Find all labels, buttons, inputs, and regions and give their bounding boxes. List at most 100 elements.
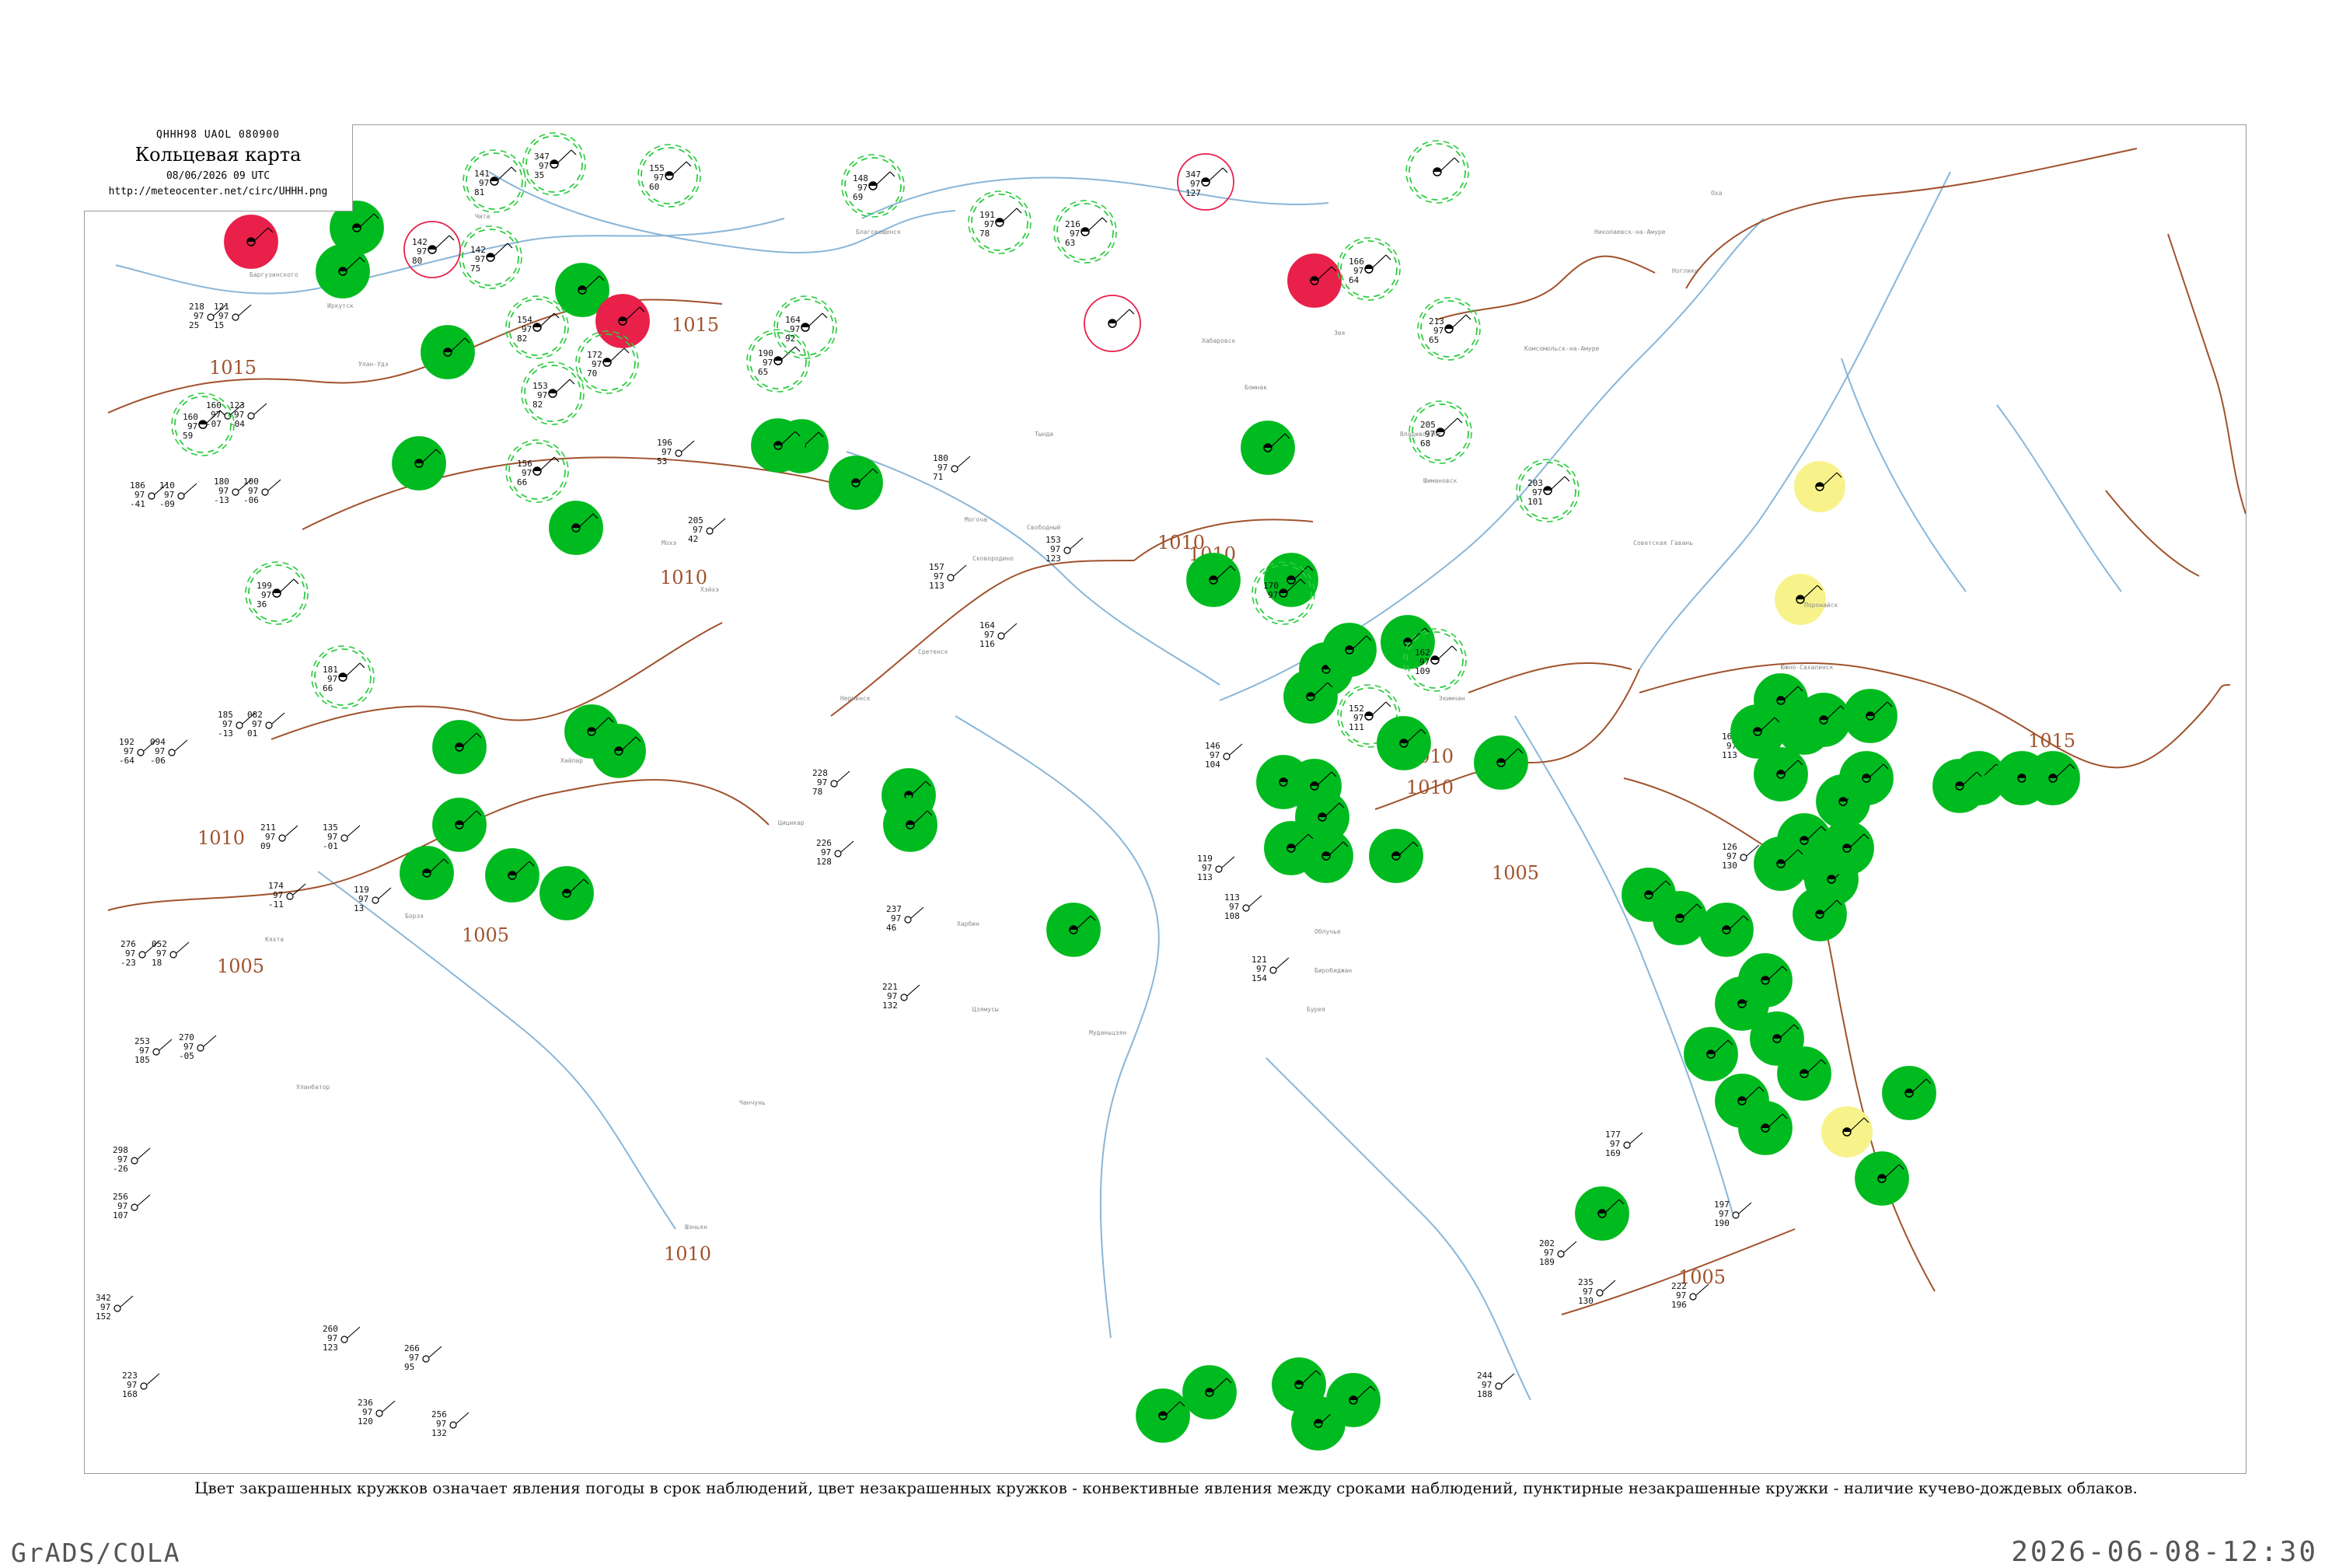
weather-station[interactable] <box>829 456 883 510</box>
weather-station[interactable]: 1919778 <box>968 190 1032 254</box>
weather-station[interactable] <box>1369 829 1423 883</box>
weather-station[interactable] <box>485 848 539 903</box>
weather-station[interactable] <box>883 798 937 852</box>
weather-station[interactable] <box>1777 1046 1831 1101</box>
plain-station[interactable]: 14697104 <box>1205 741 1243 770</box>
weather-station[interactable] <box>1839 751 1894 805</box>
plain-station[interactable]: 17797169 <box>1605 1130 1643 1158</box>
plain-station[interactable]: 15797113 <box>929 562 967 591</box>
weather-station[interactable] <box>1775 574 1826 625</box>
weather-station[interactable]: 1609759 <box>171 393 235 456</box>
weather-station[interactable] <box>1474 735 1528 790</box>
map-url[interactable]: http://meteocenter.net/circ/UHHH.png <box>84 186 352 197</box>
weather-station[interactable] <box>1653 891 1707 945</box>
weather-station[interactable]: 1999736 <box>245 561 309 625</box>
weather-station[interactable]: 2169763 <box>1053 200 1117 264</box>
weather-station[interactable] <box>1821 1106 1873 1158</box>
weather-station[interactable]: 1819766 <box>311 645 375 709</box>
weather-station[interactable] <box>1084 295 1141 352</box>
weather-station[interactable]: 20397101 <box>1516 459 1580 522</box>
plain-station[interactable]: 17497-11 <box>268 881 306 910</box>
plain-station[interactable]: 13597-01 <box>323 822 361 851</box>
weather-station[interactable]: 1549782 <box>505 295 569 359</box>
weather-station[interactable] <box>1326 1373 1381 1427</box>
weather-station[interactable] <box>1377 716 1431 770</box>
plain-station[interactable]: 20297189 <box>1539 1238 1577 1267</box>
plain-station[interactable]: 34297152 <box>96 1293 134 1322</box>
plain-station[interactable]: 25697132 <box>431 1409 470 1438</box>
plain-station[interactable]: 2669795 <box>404 1343 442 1372</box>
weather-station[interactable] <box>224 215 278 269</box>
weather-station[interactable] <box>549 501 603 555</box>
plain-station[interactable]: 0829701 <box>247 710 285 739</box>
plain-station[interactable]: 26097123 <box>323 1324 361 1353</box>
plain-station[interactable]: 11397108 <box>1224 892 1262 921</box>
weather-station[interactable] <box>1882 1066 1936 1120</box>
plain-station[interactable]: 22697128 <box>816 838 854 867</box>
weather-station[interactable] <box>1699 903 1754 957</box>
plain-station[interactable]: 22397168 <box>122 1371 160 1399</box>
weather-station[interactable]: 1429775 <box>459 225 522 289</box>
weather-station[interactable] <box>400 846 454 900</box>
plain-station[interactable]: 12697130 <box>1722 842 1760 871</box>
plain-station[interactable]: 2289778 <box>812 768 850 797</box>
plain-station[interactable]: 2379746 <box>886 904 924 933</box>
plain-station[interactable]: 12197154 <box>1252 955 1290 983</box>
weather-station[interactable] <box>751 418 805 473</box>
plain-station[interactable]: 25697107 <box>113 1192 151 1221</box>
plain-station[interactable]: 1199713 <box>354 885 392 913</box>
weather-station[interactable]: 34797127 <box>1177 153 1234 211</box>
weather-station[interactable] <box>1241 421 1295 475</box>
weather-station[interactable] <box>1136 1388 1190 1443</box>
plain-station[interactable]: 1969753 <box>657 438 695 466</box>
plain-station[interactable]: 23697120 <box>358 1398 396 1427</box>
weather-station[interactable] <box>2026 751 2080 805</box>
weather-station[interactable]: 1909765 <box>746 329 810 393</box>
plain-station[interactable]: 2119709 <box>260 822 298 851</box>
plain-station[interactable]: 1219715 <box>214 302 252 330</box>
weather-station[interactable] <box>1186 553 1241 607</box>
weather-station[interactable] <box>1405 140 1469 204</box>
plain-station[interactable]: 1809771 <box>933 453 971 482</box>
weather-station[interactable] <box>1796 693 1851 747</box>
weather-station[interactable]: 3479735 <box>522 132 586 196</box>
plain-station[interactable]: 27097-05 <box>179 1032 217 1061</box>
plain-station[interactable]: 22197132 <box>882 982 920 1011</box>
weather-station[interactable] <box>1287 253 1342 308</box>
plain-station[interactable]: 23597130 <box>1578 1277 1616 1306</box>
plain-station[interactable]: 15397123 <box>1046 535 1084 564</box>
plain-station[interactable]: 16497116 <box>979 620 1018 649</box>
weather-station[interactable] <box>432 798 487 852</box>
weather-station[interactable] <box>1738 1101 1793 1155</box>
plain-station[interactable]: 19797190 <box>1714 1200 1752 1228</box>
plain-station[interactable]: 12397-04 <box>229 400 267 429</box>
weather-station[interactable] <box>1754 747 1808 801</box>
weather-station[interactable]: 1559760 <box>637 144 701 208</box>
weather-station[interactable] <box>1264 821 1318 875</box>
plain-station[interactable]: 09497-06 <box>150 737 188 766</box>
weather-station[interactable]: 2139765 <box>1417 297 1481 361</box>
plain-station[interactable]: 25397185 <box>134 1036 173 1065</box>
weather-station[interactable] <box>1046 903 1101 957</box>
weather-station[interactable] <box>432 720 487 774</box>
weather-station[interactable]: 1569766 <box>505 439 569 503</box>
plain-station[interactable]: 29897-26 <box>113 1145 151 1174</box>
weather-station[interactable] <box>1182 1365 1237 1420</box>
plain-station[interactable]: 2059742 <box>688 515 726 544</box>
weather-station[interactable]: 1419781 <box>463 149 526 213</box>
plain-station[interactable]: 0529718 <box>152 939 190 968</box>
weather-station[interactable] <box>592 724 646 778</box>
weather-station[interactable] <box>1684 1027 1738 1081</box>
weather-station[interactable] <box>421 325 475 379</box>
weather-station[interactable] <box>595 294 650 348</box>
weather-station[interactable] <box>1283 669 1338 724</box>
weather-station[interactable] <box>1793 887 1847 941</box>
weather-station[interactable] <box>1322 623 1377 677</box>
weather-station[interactable] <box>1754 836 1808 891</box>
weather-station[interactable] <box>1575 1186 1629 1241</box>
weather-station[interactable] <box>1855 1151 1909 1206</box>
weather-station[interactable]: 1669764 <box>1337 237 1401 301</box>
weather-station[interactable] <box>1738 953 1793 1008</box>
weather-station[interactable]: 1429780 <box>403 221 461 278</box>
weather-station[interactable] <box>392 436 446 491</box>
